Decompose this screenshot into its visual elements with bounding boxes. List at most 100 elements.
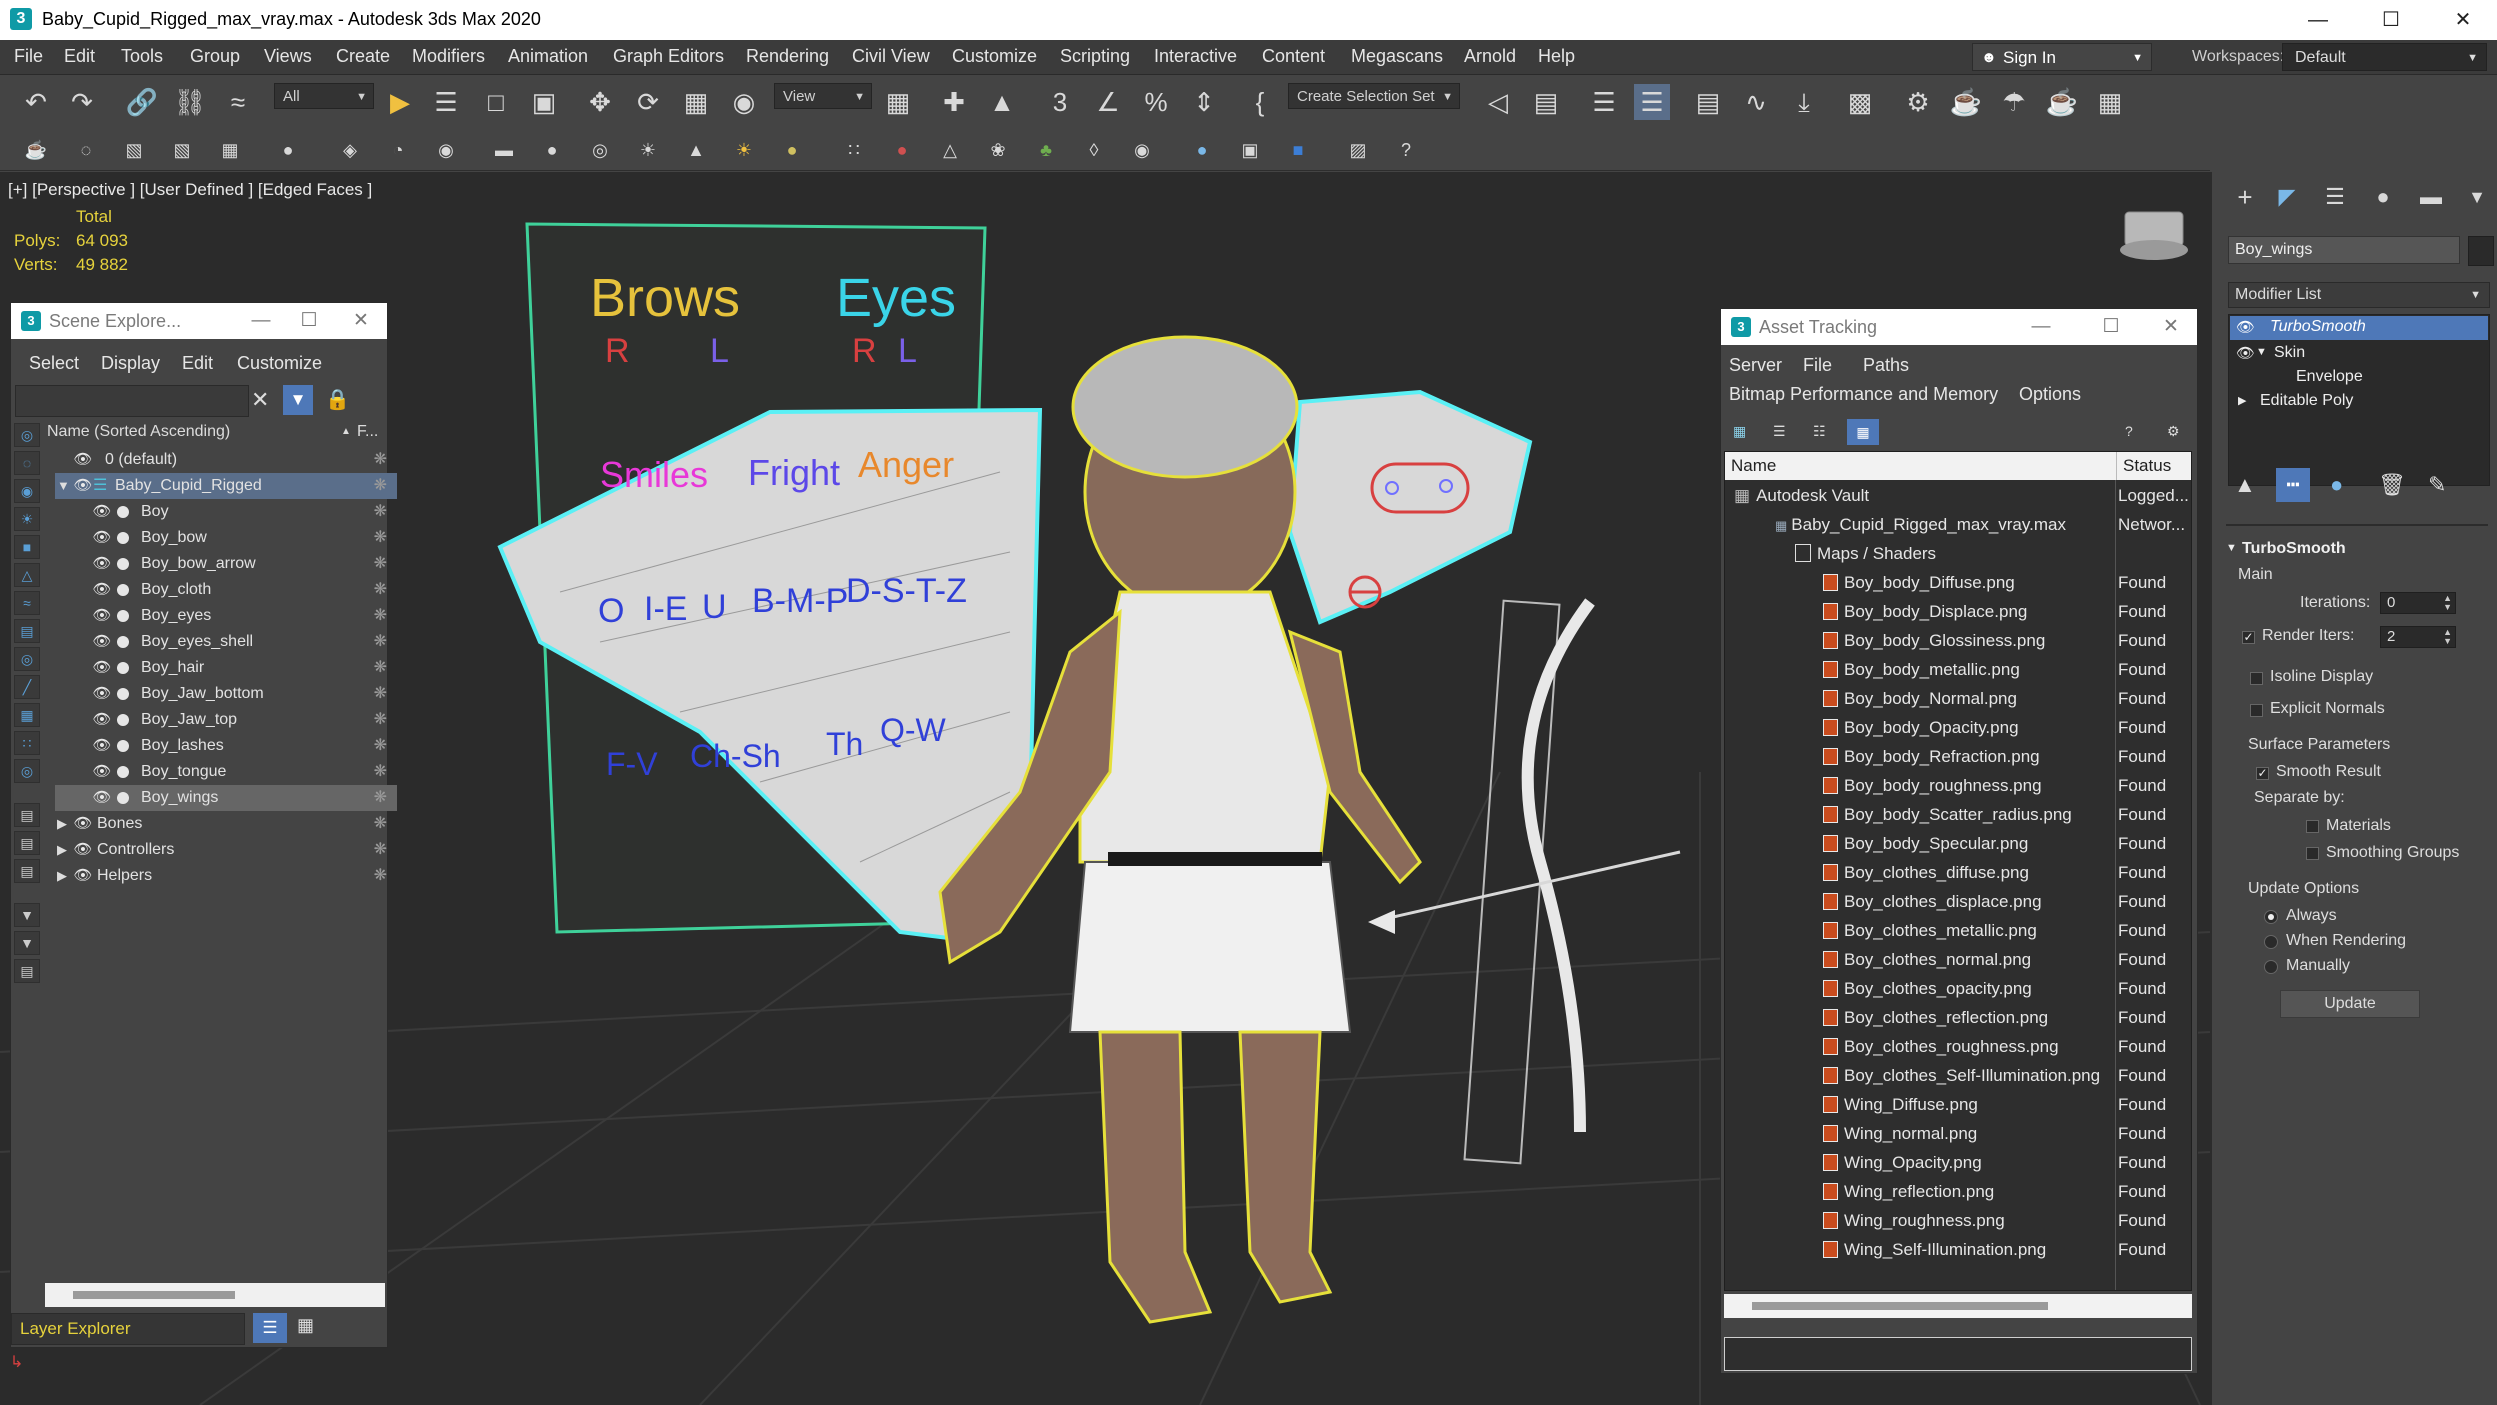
- rectangular-selection-icon[interactable]: □: [478, 84, 514, 120]
- placement-icon[interactable]: ◉: [726, 84, 762, 120]
- menu-scripting[interactable]: Scripting: [1060, 46, 1130, 67]
- materials-checkbox[interactable]: [2306, 820, 2319, 833]
- remove-modifier-icon[interactable]: 🗑: [2378, 472, 2406, 498]
- scrollbar-thumb[interactable]: [1752, 1302, 2048, 1310]
- horizontal-scrollbar[interactable]: [1724, 1294, 2192, 1318]
- asset-row[interactable]: Wing_reflection.png Found: [1727, 1177, 2191, 1206]
- layer-explorer-dropdown[interactable]: Layer Explorer: [11, 1313, 245, 1345]
- tool-c-icon[interactable]: ◉: [432, 136, 460, 164]
- spinner-arrows-icon[interactable]: ▲ ▼: [2443, 628, 2452, 646]
- asset-row[interactable]: Boy_body_Displace.png Found: [1727, 597, 2191, 626]
- eye-icon[interactable]: 👁: [72, 473, 94, 499]
- scene-explorer-toggle-icon[interactable]: ☰: [1586, 84, 1622, 120]
- render-production-icon[interactable]: ☕: [2044, 84, 2080, 120]
- omni-light-icon[interactable]: ●: [778, 136, 806, 164]
- plane-icon[interactable]: ▬: [490, 136, 518, 164]
- path-input[interactable]: [1724, 1337, 2192, 1371]
- filter-icon[interactable]: ▼: [283, 385, 313, 415]
- iterations-spinner[interactable]: 0 ▲ ▼: [2380, 592, 2456, 614]
- maximize-button[interactable]: ☐: [2360, 0, 2422, 40]
- update-button[interactable]: Update: [2280, 990, 2420, 1018]
- align-icon[interactable]: ▤: [1528, 84, 1564, 120]
- rotate-icon[interactable]: ⟳: [630, 84, 666, 120]
- freeze-icon[interactable]: ❋: [374, 759, 387, 785]
- reference-coordinate-dropdown[interactable]: View ▼: [774, 83, 872, 109]
- eye-icon[interactable]: 👁: [2236, 318, 2255, 336]
- object-color-swatch[interactable]: [2468, 236, 2494, 266]
- tree-row[interactable]: 👁 Boy_tongue ❋: [55, 759, 397, 785]
- sign-in-dropdown[interactable]: ☻ Sign In ▼: [1972, 43, 2152, 71]
- film-icon[interactable]: ▧: [120, 136, 148, 164]
- eye-icon[interactable]: 👁: [91, 525, 113, 551]
- cloth-icon[interactable]: △: [936, 136, 964, 164]
- eye-icon[interactable]: 👁: [72, 837, 94, 863]
- expand-arrow-icon[interactable]: ▶: [57, 837, 67, 863]
- eye-icon[interactable]: 👁: [91, 707, 113, 733]
- render-sphere-icon[interactable]: ●: [1188, 136, 1216, 164]
- isoline-display-checkbox[interactable]: [2250, 672, 2263, 685]
- close-button[interactable]: ✕: [337, 303, 385, 339]
- undo-icon[interactable]: ↶: [18, 84, 54, 120]
- eye-icon[interactable]: 👁: [91, 759, 113, 785]
- unlink-icon[interactable]: ⛓: [172, 84, 208, 120]
- camera-icon[interactable]: ■: [1284, 136, 1312, 164]
- expand-arrow-icon[interactable]: ▶: [2238, 394, 2246, 407]
- freeze-icon[interactable]: ❋: [374, 863, 387, 889]
- menu-rendering[interactable]: Rendering: [746, 46, 829, 67]
- spinner-snap-icon[interactable]: ⇕: [1186, 84, 1222, 120]
- menu-tools[interactable]: Tools: [121, 46, 163, 67]
- utilities-tab-icon[interactable]: ▼: [2462, 182, 2492, 212]
- column-name[interactable]: Name (Sorted Ascending): [47, 419, 230, 445]
- menu-bitmap-performance[interactable]: Bitmap Performance and Memory: [1729, 384, 1998, 405]
- asset-row[interactable]: Boy_body_roughness.png Found: [1727, 771, 2191, 800]
- hair-icon[interactable]: ❀: [984, 136, 1012, 164]
- angle-snap-icon[interactable]: ∠: [1090, 84, 1126, 120]
- table-view-icon[interactable]: ▦: [1847, 419, 1879, 445]
- asset-row[interactable]: ▦ Baby_Cupid_Rigged_max_vray.max Networ..…: [1727, 510, 2191, 539]
- freeze-icon[interactable]: ❋: [374, 837, 387, 863]
- sphere-icon[interactable]: ●: [538, 136, 566, 164]
- clear-icon[interactable]: ✕: [251, 387, 269, 413]
- book-icon[interactable]: ▧: [168, 136, 196, 164]
- menu-edit[interactable]: Edit: [64, 46, 95, 67]
- freeze-icon[interactable]: ❋: [374, 811, 387, 837]
- menu-graph-editors[interactable]: Graph Editors: [613, 46, 724, 67]
- eye-icon[interactable]: 👁: [91, 629, 113, 655]
- move-icon[interactable]: ✥: [582, 84, 618, 120]
- asset-tracking-titlebar[interactable]: 3 Asset Tracking — ☐ ✕: [1721, 309, 2197, 345]
- settings-icon[interactable]: ⚙: [2167, 423, 2180, 440]
- dynamics-icon[interactable]: ●: [888, 136, 916, 164]
- configure-modifier-sets-icon[interactable]: ✎: [2428, 472, 2446, 498]
- display-all-icon[interactable]: ◎: [14, 759, 40, 783]
- display-none-icon[interactable]: ◎: [14, 423, 40, 447]
- freeze-icon[interactable]: ❋: [374, 473, 387, 499]
- edit-named-selection-icon[interactable]: {: [1242, 84, 1278, 120]
- maximize-button[interactable]: ☐: [285, 303, 333, 339]
- menu-file[interactable]: File: [1803, 355, 1832, 376]
- asset-row[interactable]: Boy_clothes_metallic.png Found: [1727, 916, 2191, 945]
- layers-icon[interactable]: ☰: [253, 1313, 287, 1343]
- filter-toggle-icon[interactable]: ▼: [14, 903, 40, 927]
- column-name[interactable]: Name: [1731, 452, 1776, 480]
- asset-row[interactable]: Boy_clothes_reflection.png Found: [1727, 1003, 2191, 1032]
- freeze-icon[interactable]: ❋: [374, 577, 387, 603]
- stack-item-skin[interactable]: 👁 ▼ Skin: [2230, 342, 2488, 366]
- render-iters-spinner[interactable]: 2 ▲ ▼: [2380, 626, 2456, 648]
- close-button[interactable]: ✕: [2147, 309, 2195, 345]
- eye-icon[interactable]: 👁: [72, 447, 94, 473]
- minimize-button[interactable]: —: [2017, 309, 2065, 345]
- cone-icon[interactable]: ▲: [682, 136, 710, 164]
- grid-icon[interactable]: ▦: [216, 136, 244, 164]
- light-icon[interactable]: ☀: [634, 136, 662, 164]
- sun-icon[interactable]: ☀: [730, 136, 758, 164]
- eye-icon[interactable]: 👁: [91, 499, 113, 525]
- particle-icon[interactable]: ∷: [840, 136, 868, 164]
- frame-icon[interactable]: ▣: [1236, 136, 1264, 164]
- lock-icon[interactable]: 🔒: [325, 387, 350, 412]
- object-name-field[interactable]: Boy_wings: [2228, 236, 2460, 264]
- workspaces-dropdown[interactable]: Default ▼: [2282, 43, 2487, 71]
- eye-icon[interactable]: 👁: [91, 551, 113, 577]
- make-unique-icon[interactable]: ●: [2330, 472, 2343, 498]
- display-xrefs-icon[interactable]: ◎: [14, 647, 40, 671]
- manually-radio[interactable]: [2264, 960, 2278, 974]
